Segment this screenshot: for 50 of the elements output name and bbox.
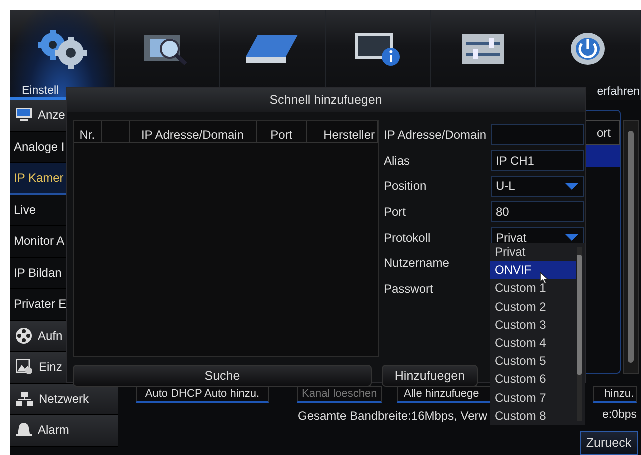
dropdown-option[interactable]: Custom 8 [490,406,576,425]
field-label: Passwort [384,282,434,296]
dropdown-option[interactable]: Custom 5 [490,352,576,370]
dropdown-option[interactable]: Custom 2 [490,298,576,316]
field-label: Position [384,179,428,194]
input-field[interactable] [491,124,584,146]
field-label: Port [384,204,408,219]
tab-label: erfahren [597,86,640,98]
sidebar-section[interactable]: Alarm [10,415,118,446]
dropdown-option[interactable]: Custom 1 [490,279,576,298]
bandwidth-text: Gesamte Bandbreite:16Mbps, Verw [298,409,488,425]
dropdown-arrow-icon [565,234,579,242]
tab-label: Einstell [22,85,60,97]
field-label: Alias [384,154,412,168]
action-button[interactable]: Auto DHCP Auto hinzu. [136,386,269,404]
dropdown-arrow-icon [565,182,579,190]
dialog-button[interactable]: Hinzufuegen [382,365,478,387]
bandwidth-text: e:0bps [602,409,637,424]
field-label: Protokoll [384,230,432,245]
mouse-cursor-icon [540,272,549,285]
monitor-icon [16,108,32,122]
column-header: ort [596,126,611,140]
dropdown-option[interactable]: Custom 4 [490,334,576,352]
field-label: Nutzername [384,256,450,270]
dialog-button[interactable]: Suche [73,365,372,387]
action-button[interactable]: hinzu. [593,386,637,404]
column-header: Hersteller [307,121,378,143]
scrollbar[interactable] [577,247,582,421]
column-header: Nr. [74,121,102,143]
sidebar-section[interactable]: Netzwerk [10,384,118,415]
dialog-title: Schnell hinzufuegen [67,88,585,112]
scrollbar[interactable] [623,120,639,374]
column-header: IP Adresse/Domain [130,121,257,143]
dropdown-option[interactable]: ONVIF [490,261,576,280]
field-label: IP Adresse/Domain [384,128,488,142]
dropdown-option[interactable]: Custom 3 [490,316,576,334]
film-reel-icon [16,328,32,344]
menu-tab[interactable]: Einstell [10,10,116,100]
column-header: Port [256,121,308,143]
monitor-info-icon [352,31,403,67]
input-field[interactable]: 80 [491,201,584,222]
image-settings-icon [16,359,33,376]
disk-drive-icon [244,33,300,65]
dropdown-option[interactable]: Custom 6 [490,370,576,388]
alarm-bell-icon [16,423,32,438]
input-field[interactable]: IP CH1 [491,150,584,172]
back-button[interactable]: Zurueck [580,431,638,455]
network-icon [16,392,33,406]
sliders-icon [460,33,505,65]
select-field[interactable]: U-L [491,176,584,197]
